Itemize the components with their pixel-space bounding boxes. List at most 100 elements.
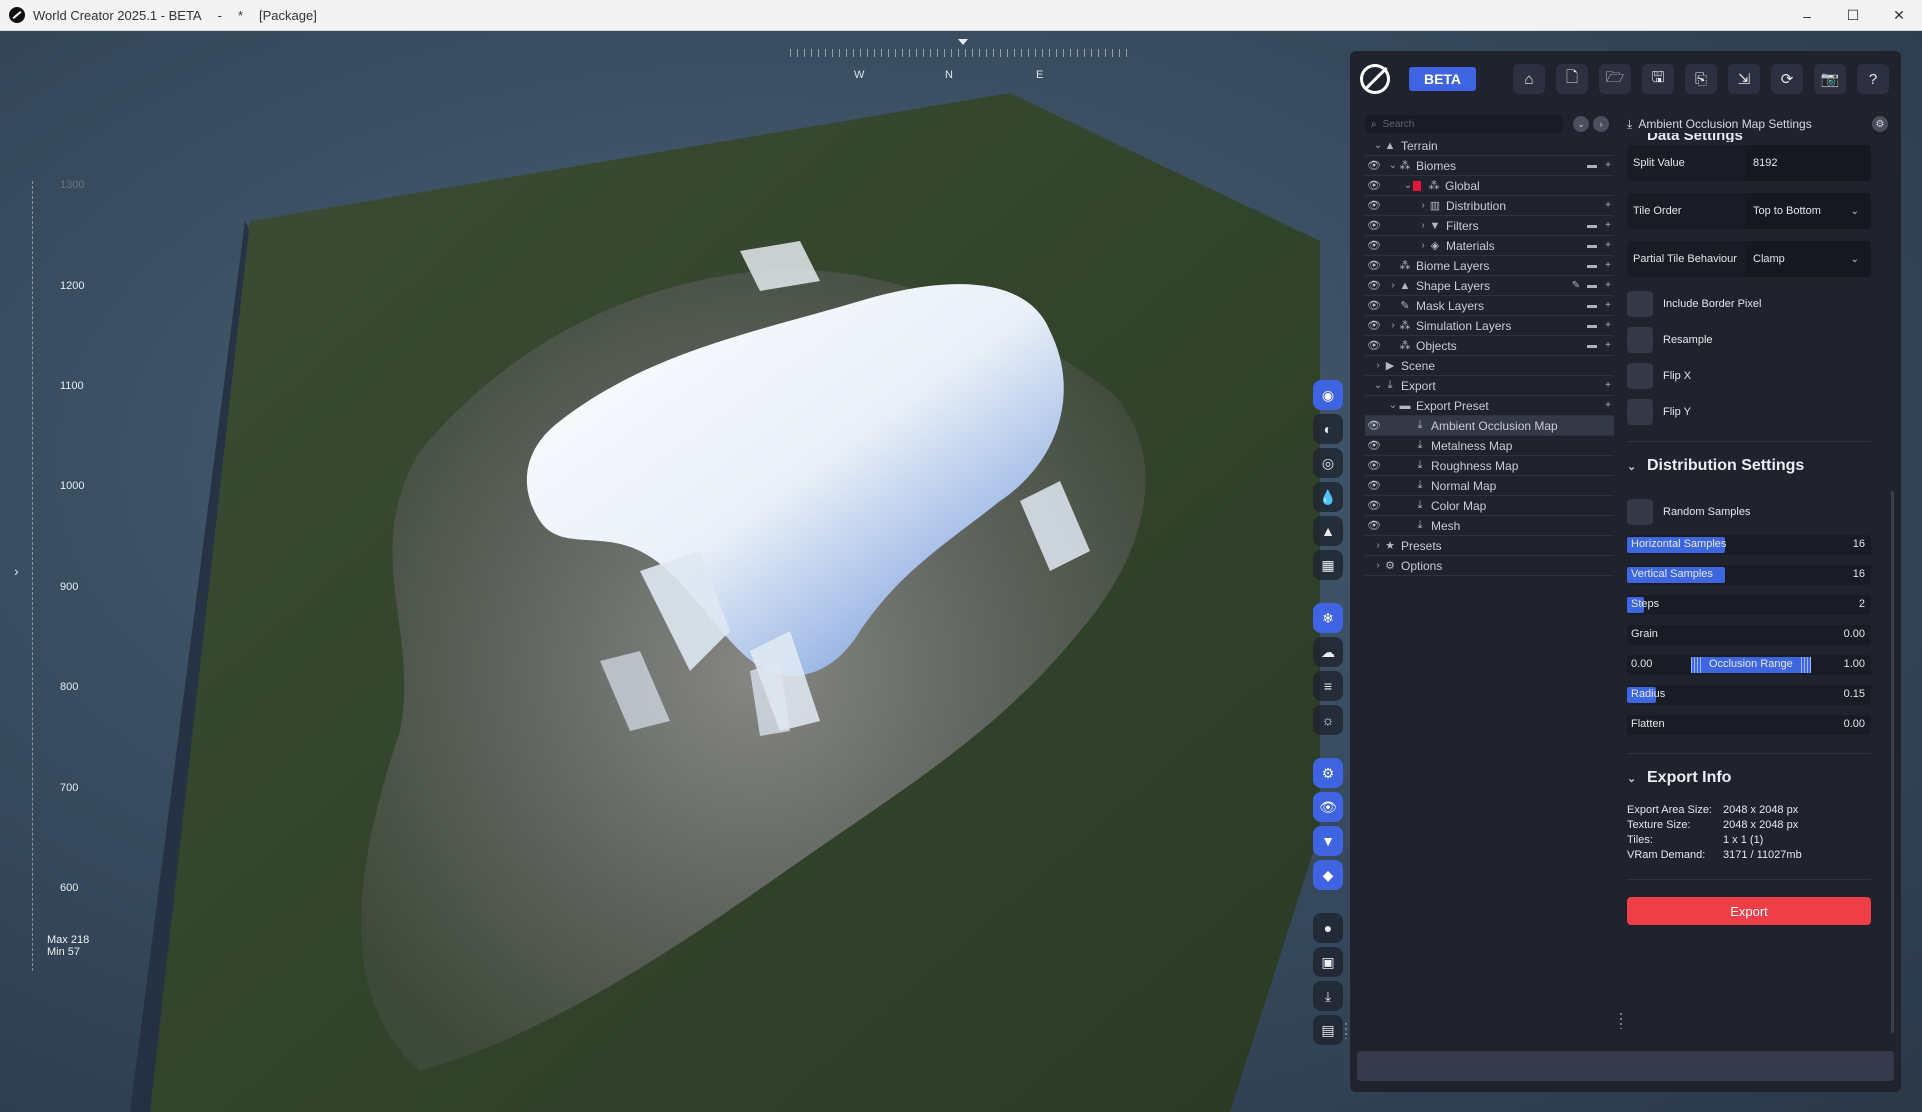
sun-lamp-icon[interactable]: ☼ xyxy=(1313,705,1343,735)
visibility-eye-icon[interactable]: 👁 xyxy=(1367,219,1381,232)
terrain-mode-icon[interactable]: ◉ xyxy=(1313,380,1343,410)
image-icon[interactable]: ▣ xyxy=(1313,947,1343,977)
folder-icon[interactable]: ▬ xyxy=(1586,220,1598,232)
support-icon[interactable]: ? xyxy=(1857,64,1889,94)
folder-icon[interactable]: ▬ xyxy=(1586,320,1598,332)
tree-item-biomes[interactable]: 👁 ⌄ ⁂ Biomes ▬ + xyxy=(1365,156,1614,176)
tree-item-mask-layers[interactable]: 👁 ✎ Mask Layers ▬ + xyxy=(1365,296,1614,316)
chevron-right-icon[interactable]: › xyxy=(1418,200,1428,211)
tree-item-roughness-map[interactable]: 👁 ⤓ Roughness Map xyxy=(1365,456,1614,476)
visibility-eye-icon[interactable]: 👁 xyxy=(1367,339,1381,352)
visibility-eye-icon[interactable]: 👁 xyxy=(1367,419,1381,432)
tree-item-options[interactable]: › ⚙ Options xyxy=(1365,556,1614,576)
folder-icon[interactable]: ▬ xyxy=(1586,160,1598,172)
checkbox[interactable] xyxy=(1627,291,1653,317)
stats-icon[interactable]: ▤ xyxy=(1313,1015,1343,1045)
flip-x-checkbox[interactable]: Flip X xyxy=(1627,363,1691,389)
water-drop-icon[interactable]: 💧 xyxy=(1313,482,1343,512)
biome-color-swatch[interactable] xyxy=(1413,180,1421,191)
chevron-right-icon[interactable]: › xyxy=(1388,320,1398,331)
chevron-down-icon[interactable]: ⌄ xyxy=(1388,160,1398,171)
tree-item-filters[interactable]: 👁 › ▼ Filters ▬ + xyxy=(1365,216,1614,236)
tree-item-export[interactable]: ⌄ ⤓ Export + xyxy=(1365,376,1614,396)
sphere-icon[interactable]: ◐ xyxy=(1313,414,1343,444)
add-icon[interactable]: + xyxy=(1602,400,1614,412)
folder-icon[interactable]: ▬ xyxy=(1586,300,1598,312)
add-icon[interactable]: + xyxy=(1602,280,1614,292)
radius-slider[interactable]: Radius 0.15 xyxy=(1627,685,1871,705)
visibility-eye-icon[interactable]: 👁 xyxy=(1367,259,1381,272)
add-icon[interactable]: + xyxy=(1602,240,1614,252)
vertical-samples-slider[interactable]: Vertical Samples 16 xyxy=(1627,565,1871,585)
checkbox[interactable] xyxy=(1627,327,1653,353)
chevron-right-icon[interactable]: › xyxy=(1373,540,1383,551)
record-icon[interactable]: ● xyxy=(1313,913,1343,943)
data-settings-heading[interactable]: Data Settings xyxy=(1647,133,1743,142)
visibility-eye-icon[interactable]: 👁 xyxy=(1367,459,1381,472)
tree-item-ambient-occlusion-map[interactable]: 👁 ⤓ Ambient Occlusion Map xyxy=(1365,416,1614,436)
tree-item-metalness-map[interactable]: 👁 ⤓ Metalness Map xyxy=(1365,436,1614,456)
export-button[interactable]: Export xyxy=(1627,897,1871,925)
tree-item-export-preset[interactable]: ⌄ ▬ Export Preset + xyxy=(1365,396,1614,416)
mountain-icon[interactable]: ▲ xyxy=(1313,516,1343,546)
grid-icon[interactable]: ▦ xyxy=(1313,550,1343,580)
add-icon[interactable]: + xyxy=(1602,320,1614,332)
fog-icon[interactable]: ≡ xyxy=(1313,671,1343,701)
random-samples-checkbox[interactable]: Random Samples xyxy=(1627,499,1750,525)
visibility-eye-icon[interactable]: 👁 xyxy=(1367,439,1381,452)
flatten-slider[interactable]: Flatten 0.00 xyxy=(1627,715,1871,735)
save-as-icon[interactable]: ⎘ xyxy=(1685,64,1717,94)
compass[interactable]: W N E xyxy=(790,39,1130,89)
chevron-down-icon[interactable]: ⌄ xyxy=(1373,380,1383,391)
add-icon[interactable]: + xyxy=(1602,260,1614,272)
visibility-eye-icon[interactable]: 👁 xyxy=(1367,239,1381,252)
tile-order-select[interactable]: Top to Bottom ⌄ xyxy=(1745,193,1871,229)
settings-scrollbar[interactable] xyxy=(1891,491,1894,1033)
visibility-eye-icon[interactable]: 👁 xyxy=(1367,159,1381,172)
tree-item-biome-layers[interactable]: 👁 ⁂ Biome Layers ▬ + xyxy=(1365,256,1614,276)
visibility-eye-icon[interactable]: 👁 xyxy=(1367,499,1381,512)
folder-icon[interactable]: ▬ xyxy=(1586,240,1598,252)
tree-item-terrain[interactable]: ⌄ ▲ Terrain xyxy=(1365,136,1614,156)
panel-splitter-grip[interactable] xyxy=(1620,1013,1622,1029)
add-icon[interactable]: + xyxy=(1602,380,1614,392)
checkbox[interactable] xyxy=(1627,399,1653,425)
layers-icon[interactable]: ◆ xyxy=(1313,860,1343,890)
visibility-eye-icon[interactable]: 👁 xyxy=(1367,179,1381,192)
save-icon[interactable]: 🖫 xyxy=(1642,64,1674,94)
tree-item-materials[interactable]: 👁 › ◈ Materials ▬ + xyxy=(1365,236,1614,256)
download-icon[interactable]: ⤓ xyxy=(1313,981,1343,1011)
tree-item-color-map[interactable]: 👁 ⤓ Color Map xyxy=(1365,496,1614,516)
tree-item-mesh[interactable]: 👁 ⤓ Mesh xyxy=(1365,516,1614,536)
snowflake-icon[interactable]: ❄ xyxy=(1313,603,1343,633)
filter-icon[interactable]: ▼ xyxy=(1313,826,1343,856)
edit-icon[interactable]: ✎ xyxy=(1570,280,1582,292)
sync-icon[interactable]: ⟳ xyxy=(1771,64,1803,94)
occlusion-range-slider[interactable]: 0.00 Occlusion Range 1.00 xyxy=(1627,655,1871,675)
partial-tile-select[interactable]: Clamp ⌄ xyxy=(1745,241,1871,277)
tree-item-shape-layers[interactable]: 👁 › ▲ Shape Layers ✎ ▬ + xyxy=(1365,276,1614,296)
expand-chevron-icon[interactable]: › xyxy=(14,563,19,579)
export-file-icon[interactable]: ⇲ xyxy=(1728,64,1760,94)
tree-item-distribution[interactable]: 👁 › ▥ Distribution + xyxy=(1365,196,1614,216)
settings-gear-icon[interactable]: ⚙ xyxy=(1872,116,1888,132)
tree-item-scene[interactable]: › ▶ Scene xyxy=(1365,356,1614,376)
tree-item-simulation-layers[interactable]: 👁 › ⁂ Simulation Layers ▬ + xyxy=(1365,316,1614,336)
chevron-right-icon[interactable]: › xyxy=(1388,280,1398,291)
grain-slider[interactable]: Grain 0.00 xyxy=(1627,625,1871,645)
checkbox[interactable] xyxy=(1627,499,1653,525)
chevron-right-icon[interactable]: › xyxy=(1373,360,1383,371)
chevron-right-icon[interactable]: › xyxy=(1418,240,1428,251)
add-icon[interactable]: + xyxy=(1602,220,1614,232)
flip-y-checkbox[interactable]: Flip Y xyxy=(1627,399,1691,425)
steps-slider[interactable]: Steps 2 xyxy=(1627,595,1871,615)
home-icon[interactable]: ⌂ xyxy=(1513,64,1545,94)
tree-item-presets[interactable]: › ★ Presets xyxy=(1365,536,1614,556)
resize-grip[interactable] xyxy=(1345,1023,1347,1039)
export-info-header[interactable]: ⌄ Export Info xyxy=(1627,767,1731,789)
visibility-eye-icon[interactable]: 👁 xyxy=(1367,479,1381,492)
folder-icon[interactable]: ▬ xyxy=(1586,340,1598,352)
close-button[interactable]: ✕ xyxy=(1876,0,1922,31)
visibility-eye-icon[interactable]: 👁 xyxy=(1367,519,1381,532)
visibility-eye-icon[interactable]: 👁 xyxy=(1367,199,1381,212)
